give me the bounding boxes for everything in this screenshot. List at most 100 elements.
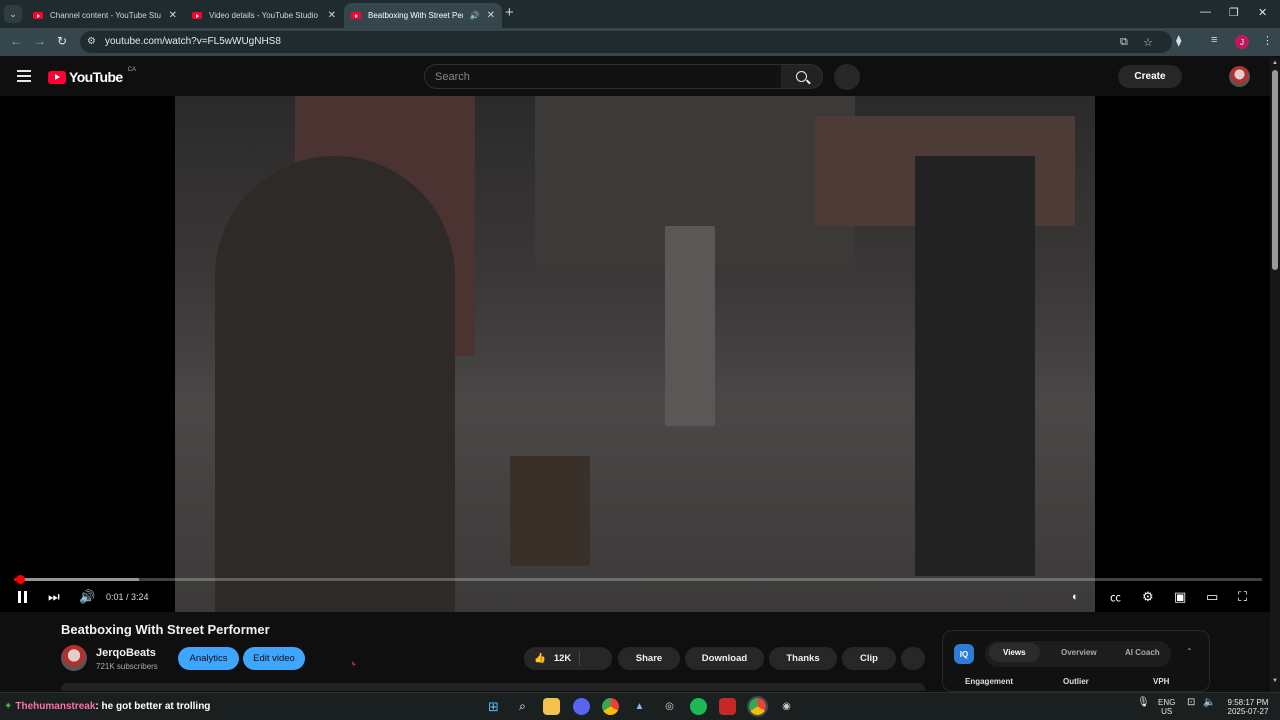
buffered-bar	[14, 578, 139, 581]
progress-bar[interactable]	[14, 578, 1262, 581]
tab-overview[interactable]: Overview	[1061, 648, 1097, 657]
clip-button[interactable]: Clip	[842, 647, 896, 670]
captions-icon[interactable]: ㏄	[1110, 588, 1121, 606]
youtube-wordmark: YouTube	[69, 69, 123, 85]
microphone-icon[interactable]: 🎙	[1137, 698, 1150, 708]
site-info-icon[interactable]: ⚙	[87, 36, 96, 47]
language-indicator[interactable]: ENG US	[1158, 698, 1175, 716]
next-video-button[interactable]: ⏭	[48, 588, 60, 606]
thanks-button[interactable]: Thanks	[769, 647, 837, 670]
tab-beatboxing-video[interactable]: Beatboxing With Street Perf 🔊 ✕	[344, 3, 502, 28]
close-tab-icon[interactable]: ✕	[487, 10, 495, 21]
autoplay-toggle[interactable]: ◐	[1072, 588, 1079, 606]
chrome-icon[interactable]	[602, 698, 619, 715]
tab-title: Channel content - YouTube Stu	[50, 11, 161, 20]
share-button[interactable]: Share	[618, 647, 680, 670]
tab-title: Beatboxing With Street Perf	[368, 11, 463, 20]
install-app-icon[interactable]: ⧉	[1120, 36, 1128, 49]
analytics-button[interactable]: Analytics	[178, 647, 239, 670]
chat-username: Thehumanstreak	[15, 701, 96, 712]
system-clock[interactable]: 9:58:17 PM 2025-07-27	[1222, 698, 1274, 716]
settings-gear-icon[interactable]: ⚙	[1142, 588, 1154, 606]
video-player[interactable]: ⏭ 🔊 0:01 / 3:24 ◐ ㏄ ⚙ ▣ ▭ ⛶	[0, 96, 1270, 612]
extensions-icon[interactable]: ⧫	[1176, 34, 1181, 47]
network-icon[interactable]: ⊡	[1187, 698, 1195, 708]
scrubber-handle[interactable]	[16, 575, 26, 584]
clock-date: 2025-07-27	[1227, 707, 1269, 716]
windows-start-icon[interactable]: ⊞	[485, 698, 502, 715]
video-scene-performer	[215, 156, 455, 612]
volume-icon[interactable]: 🔊	[79, 588, 95, 606]
close-tab-icon[interactable]: ✕	[328, 10, 336, 21]
vidiq-panel: IQ Views Overview AI Coach ⌃ Engagement …	[942, 630, 1210, 692]
app-icon[interactable]: ▲	[631, 698, 648, 715]
channel-name[interactable]: JerqoBeats	[96, 647, 156, 659]
spotify-icon[interactable]	[690, 698, 707, 715]
channel-avatar[interactable]	[61, 645, 87, 671]
edit-video-button[interactable]: Edit video	[243, 647, 305, 670]
download-button[interactable]: Download	[685, 647, 764, 670]
streamdeck-icon[interactable]: ◉	[778, 698, 795, 715]
create-button[interactable]: Create	[1118, 65, 1182, 88]
search-input[interactable]: Search	[424, 64, 782, 89]
reload-icon[interactable]: ↻	[57, 34, 67, 48]
collapse-chevron-icon[interactable]: ⌃	[1186, 647, 1193, 656]
address-bar[interactable]: ⚙ youtube.com/watch?v=FL5wWUgNHS8 ⧉ ☆	[80, 31, 1172, 53]
youtube-logo[interactable]: YouTube CA	[48, 67, 136, 85]
tab-title: Video details - YouTube Studio	[209, 11, 318, 20]
youtube-favicon-icon	[33, 12, 43, 19]
forward-icon[interactable]: →	[34, 34, 46, 48]
tab-search-button[interactable]: ⌄	[4, 5, 22, 23]
browser-toolbar: ← → ↻ ⚙ youtube.com/watch?v=FL5wWUgNHS8 …	[0, 28, 1280, 56]
youtube-play-logo-icon	[48, 70, 66, 84]
back-icon[interactable]: ←	[10, 34, 22, 48]
close-window-icon[interactable]: ✕	[1258, 6, 1267, 19]
bookmark-star-icon[interactable]: ☆	[1143, 36, 1153, 49]
tab-video-details[interactable]: Video details - YouTube Studio ✕	[185, 3, 343, 28]
scroll-down-icon[interactable]: ▼	[1272, 678, 1278, 684]
media-controls-icon[interactable]: ≡	[1211, 34, 1217, 46]
chrome-active-icon[interactable]	[747, 696, 768, 717]
windows-taskbar: ✦ Thehumanstreak: he got better at trolli…	[0, 692, 1280, 720]
vidiq-tab-group: Views Overview AI Coach	[985, 641, 1171, 667]
new-tab-button[interactable]: +	[505, 5, 514, 21]
url-text[interactable]: youtube.com/watch?v=FL5wWUgNHS8	[105, 36, 281, 47]
voice-search-button[interactable]	[834, 64, 860, 90]
close-tab-icon[interactable]: ✕	[169, 10, 177, 21]
search-placeholder: Search	[435, 71, 470, 83]
time-display: 0:01 / 3:24	[106, 592, 149, 602]
recording-app-icon[interactable]	[719, 698, 736, 715]
account-avatar[interactable]	[1229, 66, 1250, 87]
description-box[interactable]	[61, 683, 925, 691]
stream-chat-overlay: ✦ Thehumanstreak: he got better at trolli…	[4, 701, 210, 712]
like-button[interactable]: 👍 12K	[524, 647, 612, 670]
scroll-up-icon[interactable]: ▲	[1272, 60, 1278, 66]
minimize-icon[interactable]: —	[1200, 6, 1211, 18]
fullscreen-icon[interactable]: ⛶	[1238, 588, 1247, 606]
miniplayer-icon[interactable]: ▣	[1174, 588, 1186, 606]
obs-icon[interactable]: ◎	[661, 698, 678, 715]
speaker-icon[interactable]: 🔈	[1203, 698, 1215, 708]
profile-avatar-icon[interactable]: J	[1235, 35, 1249, 49]
duration: 3:24	[131, 592, 149, 602]
more-actions-button[interactable]	[901, 647, 925, 670]
file-explorer-icon[interactable]	[543, 698, 560, 715]
discord-icon[interactable]	[573, 698, 590, 715]
browser-menu-icon[interactable]: ⋮	[1262, 34, 1273, 47]
video-scene-person	[915, 156, 1035, 576]
tab-ai-coach[interactable]: AI Coach	[1125, 648, 1160, 657]
browser-tab-strip: ⌄ Channel content - YouTube Stu ✕ Video …	[0, 0, 1280, 28]
restore-icon[interactable]: ❐	[1229, 6, 1239, 19]
pause-button[interactable]	[18, 588, 30, 606]
page-scrollbar[interactable]: ▲ ▼	[1270, 58, 1280, 692]
tab-channel-content[interactable]: Channel content - YouTube Stu ✕	[26, 3, 184, 28]
theater-mode-icon[interactable]: ▭	[1206, 588, 1218, 606]
tab-views[interactable]: Views	[989, 643, 1040, 662]
taskbar-search-icon[interactable]: ⌕	[514, 698, 531, 715]
tab-audio-icon[interactable]: 🔊	[470, 11, 480, 20]
guide-menu-icon[interactable]	[17, 70, 31, 82]
current-time: 0:01	[106, 592, 124, 602]
chat-badge-icon: ✦	[4, 701, 13, 712]
search-button[interactable]	[781, 64, 823, 89]
scrollbar-thumb[interactable]	[1272, 70, 1278, 270]
